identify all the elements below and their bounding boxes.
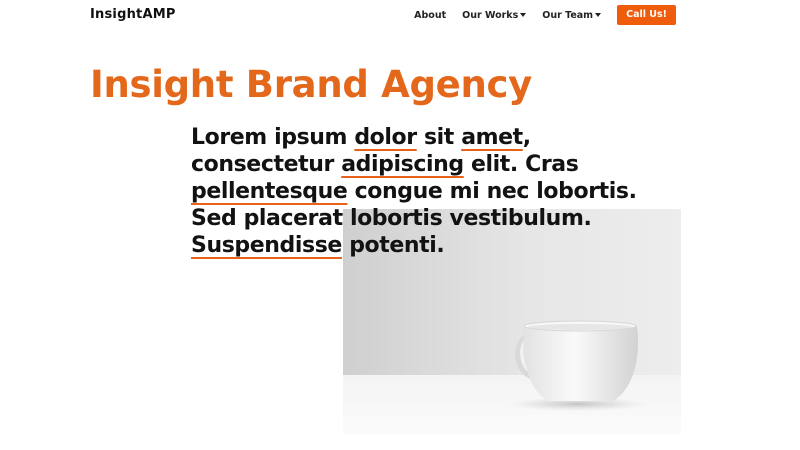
- caret-down-icon: [520, 13, 527, 17]
- lead-paragraph: Lorem ipsum dolor sit amet, consectetur …: [191, 124, 671, 259]
- lead-text: Lorem ipsum: [191, 125, 355, 150]
- caret-down-icon: [595, 13, 602, 17]
- brand-logo[interactable]: InsightAMP: [90, 6, 176, 24]
- underlined-word: amet: [461, 125, 523, 150]
- lead-text: elit. Cras: [463, 152, 579, 177]
- call-us-button[interactable]: Call Us!: [617, 5, 676, 25]
- nav-item-our-team[interactable]: Our Team: [542, 9, 602, 21]
- main-nav: About Our Works Our Team Call Us!: [398, 5, 676, 25]
- underlined-word: pellentesque: [191, 179, 348, 204]
- page: InsightAMP About Our Works Our Team Call…: [0, 0, 800, 450]
- nav-item-label: About: [414, 9, 447, 21]
- lead-text: sit: [416, 125, 462, 150]
- underlined-word: adipiscing: [341, 152, 464, 177]
- nav-item-label: Our Works: [462, 9, 519, 21]
- nav-item-our-works[interactable]: Our Works: [462, 9, 527, 21]
- nav-item-about[interactable]: About: [414, 10, 446, 21]
- nav-item-label: Our Team: [542, 9, 594, 21]
- page-title: Insight Brand Agency: [90, 63, 532, 106]
- underlined-word: dolor: [354, 125, 417, 150]
- lead-text: potenti.: [341, 233, 445, 258]
- underlined-word: Suspendisse: [191, 233, 342, 258]
